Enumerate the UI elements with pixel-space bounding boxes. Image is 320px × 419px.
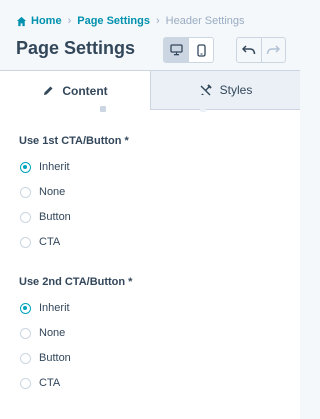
chevron-right-icon: ›: [67, 15, 72, 27]
tab-styles[interactable]: Styles: [151, 71, 300, 110]
radio-checked-icon: [20, 302, 31, 314]
tab-content[interactable]: Content: [0, 71, 151, 110]
cta2-option-button[interactable]: Button: [20, 351, 71, 365]
radio-unchecked-icon: [20, 377, 31, 389]
pencil-icon: [44, 86, 53, 95]
radio-label: None: [39, 327, 66, 339]
radio-unchecked-icon: [20, 236, 31, 248]
cta1-option-inherit[interactable]: Inherit: [20, 160, 70, 174]
scrolled-content-fragment: [70, 106, 110, 112]
radio-label: CTA: [39, 236, 61, 248]
radio-checked-icon: [20, 161, 31, 173]
radio-label: Inherit: [39, 161, 70, 173]
redo-icon: [267, 45, 281, 55]
cta2-group-label: Use 2nd CTA/Button *: [19, 276, 133, 288]
device-toggle: [163, 37, 214, 63]
radio-label: Button: [39, 211, 71, 223]
redo-button[interactable]: [260, 38, 286, 62]
content-panel: Use 1st CTA/Button * Inherit None Button…: [0, 106, 300, 419]
cta2-option-inherit[interactable]: Inherit: [20, 301, 70, 315]
top-bar: Home › Page Settings › Header Settings P…: [0, 0, 300, 70]
cta1-group-label: Use 1st CTA/Button *: [19, 135, 129, 147]
radio-label: Button: [39, 352, 71, 364]
mobile-preview-button[interactable]: [188, 38, 213, 62]
breadcrumb: Home › Page Settings › Header Settings: [16, 13, 245, 29]
home-icon: [16, 16, 27, 26]
chevron-right-icon: ›: [155, 15, 160, 27]
radio-label: CTA: [39, 377, 61, 389]
cta1-option-button[interactable]: Button: [20, 210, 71, 224]
radio-unchecked-icon: [20, 186, 31, 198]
radio-unchecked-icon: [20, 327, 31, 339]
history-controls: [236, 37, 286, 63]
cta1-option-none[interactable]: None: [20, 185, 65, 199]
radio-unchecked-icon: [20, 211, 31, 223]
undo-icon: [241, 45, 255, 55]
panel-tabs: Content Styles: [0, 70, 300, 110]
scrolled-content-fragment: [200, 108, 206, 112]
radio-label: Inherit: [39, 302, 70, 314]
breadcrumb-current: Header Settings: [165, 15, 245, 27]
tab-styles-label: Styles: [219, 83, 253, 97]
radio-unchecked-icon: [20, 352, 31, 364]
page-title: Page Settings: [16, 38, 136, 58]
cta1-option-cta[interactable]: CTA: [20, 235, 60, 249]
desktop-preview-button[interactable]: [164, 38, 188, 62]
cta2-option-none[interactable]: None: [20, 326, 65, 340]
desktop-icon: [169, 44, 183, 56]
breadcrumb-page-settings[interactable]: Page Settings: [77, 15, 150, 27]
undo-button[interactable]: [237, 38, 261, 62]
breadcrumb-home[interactable]: Home: [31, 15, 62, 27]
cta2-option-cta[interactable]: CTA: [20, 376, 60, 390]
mobile-icon: [196, 43, 206, 57]
paintbrush-icon: [200, 83, 212, 95]
radio-label: None: [39, 186, 66, 198]
tab-content-label: Content: [62, 83, 108, 98]
